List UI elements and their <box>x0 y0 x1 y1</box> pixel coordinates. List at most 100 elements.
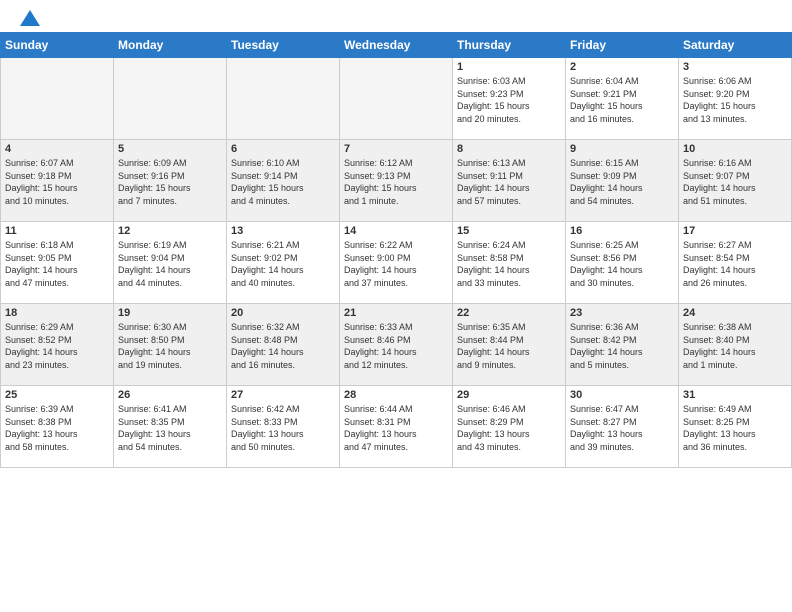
calendar-cell: 9Sunrise: 6:15 AM Sunset: 9:09 PM Daylig… <box>566 140 679 222</box>
day-info: Sunrise: 6:06 AM Sunset: 9:20 PM Dayligh… <box>683 75 787 125</box>
calendar-cell: 13 Sunrise: 6:21 AM Sunset: 9:02 PM Dayli… <box>227 222 340 304</box>
day-info: Sunrise: 6:19 AM Sunset: 9:04 PM Dayligh… <box>118 239 222 289</box>
day-info: Sunrise: 6:38 AM Sunset: 8:40 PM Dayligh… <box>683 321 787 371</box>
day-info: Sunrise: 6:24 AM Sunset: 8:58 PM Dayligh… <box>457 239 561 289</box>
calendar-cell: 29 Sunrise: 6:46 AM Sunset: 8:29 PM Dayli… <box>453 386 566 468</box>
calendar-cell: 12Sunrise: 6:19 AM Sunset: 9:04 PM Dayli… <box>114 222 227 304</box>
day-number: 29 <box>457 389 561 401</box>
day-number: 6 <box>231 143 335 155</box>
day-info: Sunrise: 6:46 AM Sunset: 8:29 PM Dayligh… <box>457 403 561 453</box>
calendar-day-header: Wednesday <box>340 33 453 58</box>
day-info: Sunrise: 6:21 AM Sunset: 9:02 PM Dayligh… <box>231 239 335 289</box>
calendar-cell: 20Sunrise: 6:32 AM Sunset: 8:48 PM Dayli… <box>227 304 340 386</box>
day-info: Sunrise: 6:03 AM Sunset: 9:23 PM Dayligh… <box>457 75 561 125</box>
logo <box>18 12 40 26</box>
day-number: 25 <box>5 389 109 401</box>
day-info: Sunrise: 6:42 AM Sunset: 8:33 PM Dayligh… <box>231 403 335 453</box>
calendar-cell: 22 Sunrise: 6:35 AM Sunset: 8:44 PM Dayli… <box>453 304 566 386</box>
calendar-day-header: Thursday <box>453 33 566 58</box>
calendar-week-row: 18Sunrise: 6:29 AM Sunset: 8:52 PM Dayli… <box>1 304 792 386</box>
page-header <box>0 0 792 32</box>
calendar-week-row: 4 Sunrise: 6:07 AM Sunset: 9:18 PM Daylig… <box>1 140 792 222</box>
calendar-week-row: 1 Sunrise: 6:03 AM Sunset: 9:23 PM Daylig… <box>1 58 792 140</box>
calendar-cell: 26 Sunrise: 6:41 AM Sunset: 8:35 PM Dayli… <box>114 386 227 468</box>
day-number: 5 <box>118 143 222 155</box>
calendar-day-header: Tuesday <box>227 33 340 58</box>
calendar-cell: 14 Sunrise: 6:22 AM Sunset: 9:00 PM Dayli… <box>340 222 453 304</box>
calendar-cell: 1 Sunrise: 6:03 AM Sunset: 9:23 PM Daylig… <box>453 58 566 140</box>
day-number: 14 <box>344 225 448 237</box>
day-number: 22 <box>457 307 561 319</box>
day-number: 7 <box>344 143 448 155</box>
calendar-cell: 28 Sunrise: 6:44 AM Sunset: 8:31 PM Dayli… <box>340 386 453 468</box>
day-number: 19 <box>118 307 222 319</box>
calendar-cell: 7 Sunrise: 6:12 AM Sunset: 9:13 PM Daylig… <box>340 140 453 222</box>
calendar-cell: 15 Sunrise: 6:24 AM Sunset: 8:58 PM Dayli… <box>453 222 566 304</box>
day-number: 8 <box>457 143 561 155</box>
calendar-cell: 5 Sunrise: 6:09 AM Sunset: 9:16 PM Daylig… <box>114 140 227 222</box>
day-info: Sunrise: 6:22 AM Sunset: 9:00 PM Dayligh… <box>344 239 448 289</box>
day-info: Sunrise: 6:07 AM Sunset: 9:18 PM Dayligh… <box>5 157 109 207</box>
calendar-cell: 10 Sunrise: 6:16 AM Sunset: 9:07 PM Dayli… <box>679 140 792 222</box>
calendar-day-header: Friday <box>566 33 679 58</box>
calendar-cell: 16 Sunrise: 6:25 AM Sunset: 8:56 PM Dayli… <box>566 222 679 304</box>
day-number: 15 <box>457 225 561 237</box>
calendar-cell <box>340 58 453 140</box>
day-info: Sunrise: 6:41 AM Sunset: 8:35 PM Dayligh… <box>118 403 222 453</box>
day-info: Sunrise: 6:04 AM Sunset: 9:21 PM Dayligh… <box>570 75 674 125</box>
calendar-cell: 30Sunrise: 6:47 AM Sunset: 8:27 PM Dayli… <box>566 386 679 468</box>
calendar-cell: 8 Sunrise: 6:13 AM Sunset: 9:11 PM Daylig… <box>453 140 566 222</box>
day-number: 16 <box>570 225 674 237</box>
calendar-day-header: Sunday <box>1 33 114 58</box>
calendar-cell: 2 Sunrise: 6:04 AM Sunset: 9:21 PM Daylig… <box>566 58 679 140</box>
calendar-cell: 19 Sunrise: 6:30 AM Sunset: 8:50 PM Dayli… <box>114 304 227 386</box>
day-info: Sunrise: 6:13 AM Sunset: 9:11 PM Dayligh… <box>457 157 561 207</box>
calendar-cell: 21 Sunrise: 6:33 AM Sunset: 8:46 PM Dayli… <box>340 304 453 386</box>
day-number: 21 <box>344 307 448 319</box>
calendar-cell: 3 Sunrise: 6:06 AM Sunset: 9:20 PM Daylig… <box>679 58 792 140</box>
day-info: Sunrise: 6:44 AM Sunset: 8:31 PM Dayligh… <box>344 403 448 453</box>
day-info: Sunrise: 6:09 AM Sunset: 9:16 PM Dayligh… <box>118 157 222 207</box>
calendar-cell: 18Sunrise: 6:29 AM Sunset: 8:52 PM Dayli… <box>1 304 114 386</box>
calendar-cell: 27 Sunrise: 6:42 AM Sunset: 8:33 PM Dayli… <box>227 386 340 468</box>
calendar-cell: 17 Sunrise: 6:27 AM Sunset: 8:54 PM Dayli… <box>679 222 792 304</box>
day-info: Sunrise: 6:12 AM Sunset: 9:13 PM Dayligh… <box>344 157 448 207</box>
day-info: Sunrise: 6:15 AM Sunset: 9:09 PM Dayligh… <box>570 157 674 207</box>
day-number: 3 <box>683 61 787 73</box>
day-number: 4 <box>5 143 109 155</box>
calendar-cell: 31Sunrise: 6:49 AM Sunset: 8:25 PM Dayli… <box>679 386 792 468</box>
day-info: Sunrise: 6:33 AM Sunset: 8:46 PM Dayligh… <box>344 321 448 371</box>
day-info: Sunrise: 6:36 AM Sunset: 8:42 PM Dayligh… <box>570 321 674 371</box>
calendar-day-header: Monday <box>114 33 227 58</box>
calendar-header-row: SundayMondayTuesdayWednesdayThursdayFrid… <box>1 33 792 58</box>
day-info: Sunrise: 6:30 AM Sunset: 8:50 PM Dayligh… <box>118 321 222 371</box>
calendar-cell: 6 Sunrise: 6:10 AM Sunset: 9:14 PM Daylig… <box>227 140 340 222</box>
day-info: Sunrise: 6:49 AM Sunset: 8:25 PM Dayligh… <box>683 403 787 453</box>
day-info: Sunrise: 6:10 AM Sunset: 9:14 PM Dayligh… <box>231 157 335 207</box>
calendar-week-row: 11 Sunrise: 6:18 AM Sunset: 9:05 PM Dayli… <box>1 222 792 304</box>
day-info: Sunrise: 6:25 AM Sunset: 8:56 PM Dayligh… <box>570 239 674 289</box>
day-number: 26 <box>118 389 222 401</box>
day-number: 11 <box>5 225 109 237</box>
calendar-cell <box>1 58 114 140</box>
day-number: 23 <box>570 307 674 319</box>
day-number: 1 <box>457 61 561 73</box>
calendar-cell <box>227 58 340 140</box>
day-number: 28 <box>344 389 448 401</box>
day-number: 27 <box>231 389 335 401</box>
day-info: Sunrise: 6:35 AM Sunset: 8:44 PM Dayligh… <box>457 321 561 371</box>
day-number: 20 <box>231 307 335 319</box>
day-number: 13 <box>231 225 335 237</box>
calendar-cell: 11 Sunrise: 6:18 AM Sunset: 9:05 PM Dayli… <box>1 222 114 304</box>
calendar-cell: 23 Sunrise: 6:36 AM Sunset: 8:42 PM Dayli… <box>566 304 679 386</box>
calendar-cell: 4 Sunrise: 6:07 AM Sunset: 9:18 PM Daylig… <box>1 140 114 222</box>
day-number: 17 <box>683 225 787 237</box>
logo-icon <box>20 10 40 26</box>
calendar-cell: 24Sunrise: 6:38 AM Sunset: 8:40 PM Dayli… <box>679 304 792 386</box>
day-number: 10 <box>683 143 787 155</box>
day-info: Sunrise: 6:18 AM Sunset: 9:05 PM Dayligh… <box>5 239 109 289</box>
day-number: 2 <box>570 61 674 73</box>
day-info: Sunrise: 6:16 AM Sunset: 9:07 PM Dayligh… <box>683 157 787 207</box>
calendar-cell <box>114 58 227 140</box>
day-info: Sunrise: 6:27 AM Sunset: 8:54 PM Dayligh… <box>683 239 787 289</box>
